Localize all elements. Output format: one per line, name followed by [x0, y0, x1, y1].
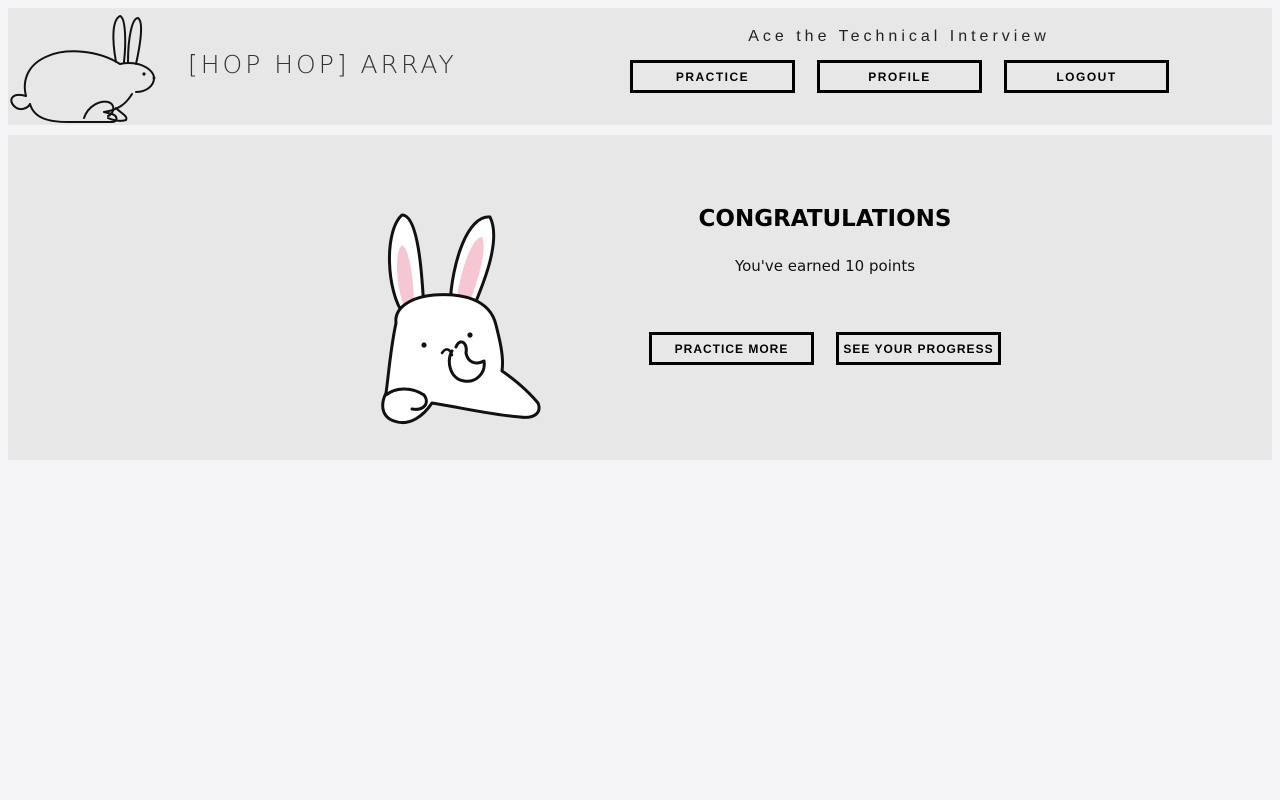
- nav-profile-button[interactable]: PROFILE: [817, 60, 982, 93]
- site-tagline: Ace the Technical Interview: [748, 28, 1050, 45]
- congratulations-panel: CONGRATULATIONS You've earned 10 points …: [8, 135, 1272, 460]
- congratulations-title: CONGRATULATIONS: [698, 206, 952, 232]
- nav-logout-button[interactable]: LOGOUT: [1004, 60, 1169, 93]
- practice-more-button[interactable]: PRACTICE MORE: [649, 332, 814, 365]
- points-earned-message: You've earned 10 points: [734, 257, 916, 275]
- see-your-progress-button[interactable]: SEE YOUR PROGRESS: [836, 332, 1001, 365]
- site-header: [HOP HOP] ARRAY Ace the Technical Interv…: [8, 8, 1272, 125]
- thinking-bunny-icon: [381, 213, 541, 424]
- nav-practice-button[interactable]: PRACTICE: [630, 60, 795, 93]
- brand-name[interactable]: [HOP HOP] ARRAY: [188, 50, 457, 79]
- bunny-logo-icon[interactable]: [8, 10, 160, 126]
